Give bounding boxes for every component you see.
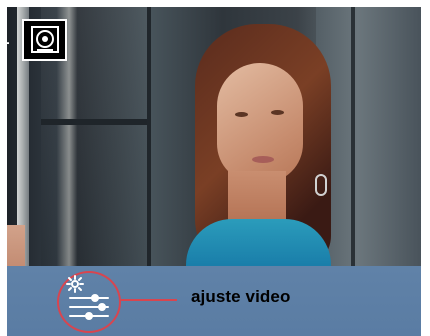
face xyxy=(217,63,303,183)
arm xyxy=(7,225,25,267)
camera-status-badge xyxy=(22,19,67,61)
left-eye xyxy=(235,112,248,117)
callout-line xyxy=(121,299,177,301)
camera-icon xyxy=(31,26,59,53)
video-adjust-icon[interactable] xyxy=(60,271,120,331)
video-preview xyxy=(7,7,421,267)
building-background xyxy=(316,7,421,267)
lips xyxy=(252,156,274,163)
earring xyxy=(315,174,327,196)
right-eye xyxy=(271,110,284,115)
channel-number: 1 xyxy=(0,29,10,48)
shirt xyxy=(186,219,331,267)
adjust-video-label: ajuste video xyxy=(191,287,291,306)
